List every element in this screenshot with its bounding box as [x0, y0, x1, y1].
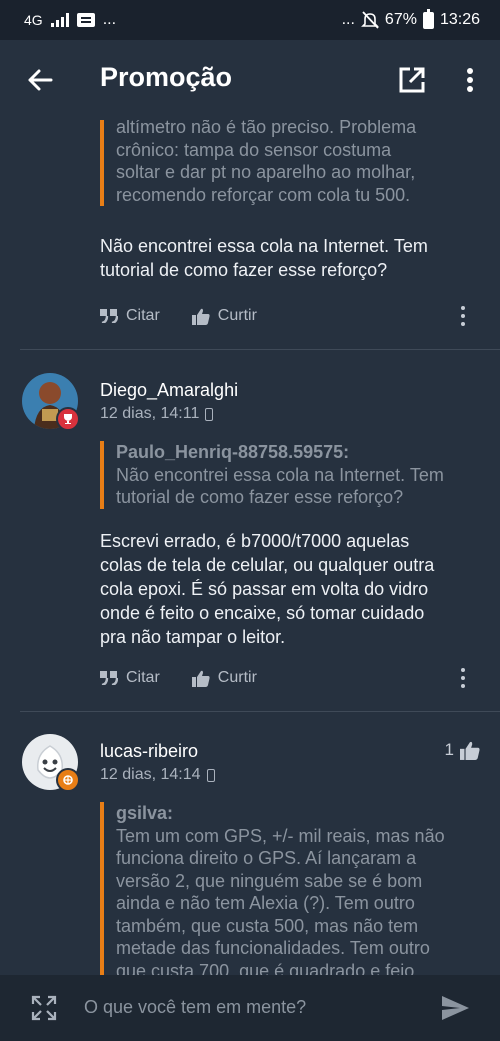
quote-line: Tem um com GPS, +/- mil reais, mas não [116, 825, 445, 846]
arrow-left-icon [28, 69, 53, 91]
post-time: 12 dias, 14:11 [100, 405, 214, 423]
more-options-button[interactable] [455, 62, 485, 98]
open-in-new-button[interactable] [394, 62, 430, 98]
trophy-badge-icon [56, 407, 80, 431]
quote-button[interactable]: Citar [100, 307, 160, 325]
quote-author: Paulo_Henriq-88758.59575: [116, 442, 350, 462]
status-bar: 4G ... ... 67% 13:26 [0, 0, 500, 40]
quote-line: soltar e dar pt no aparelho ao molhar, [116, 162, 416, 182]
send-button[interactable] [440, 994, 470, 1022]
signal-icon [50, 13, 69, 27]
post-more-button[interactable] [458, 666, 468, 690]
reply-input[interactable] [84, 997, 414, 1018]
quote-line: funciona direito o GPS. Aí lançaram a [116, 848, 417, 868]
body-line: Não encontrei essa cola na Internet. Tem [100, 236, 428, 256]
body-line: pra não tampar o leitor. [100, 627, 286, 647]
mobile-icon [205, 407, 214, 421]
like-button[interactable]: Curtir [191, 669, 257, 687]
divider [20, 349, 500, 350]
avatar[interactable] [22, 734, 80, 792]
mobile-icon [206, 768, 215, 782]
body-line: onde é feito o encaixe, só tomar cuidado [100, 603, 425, 623]
battery-icon [422, 8, 434, 29]
quote-line: Não encontrei essa cola na Internet. Tem [116, 464, 444, 485]
divider [20, 711, 500, 712]
body-line: cola epoxi. É só passar em volta do vidr… [100, 579, 429, 599]
post-list[interactable]: altímetro não é tão preciso. Problema cr… [0, 120, 500, 975]
status-overflow-right: ... [341, 11, 355, 28]
like-count[interactable]: 1 [445, 740, 480, 760]
back-button[interactable] [20, 60, 60, 100]
mute-icon [360, 11, 379, 29]
user-name[interactable]: Diego_Amaralghi [100, 380, 238, 401]
reply-composer [0, 975, 500, 1041]
achievement-badge-icon [56, 768, 80, 792]
network-label: 4G [24, 12, 43, 28]
quote-button[interactable]: Citar [100, 669, 160, 687]
clock: 13:26 [439, 11, 480, 28]
user-name[interactable]: lucas-ribeiro [100, 741, 198, 762]
send-icon [442, 996, 469, 1020]
fullscreen-icon [31, 995, 57, 1021]
app-bar: Promoção [0, 40, 500, 120]
like-button[interactable]: Curtir [191, 307, 257, 325]
quote-line: altímetro não é tão preciso. Problema [116, 120, 417, 137]
quote-line: também, que custa 500, mas não tem [116, 915, 419, 936]
quote-line: versão 2, que ninguém sabe se é bom [116, 870, 423, 891]
post-2-actions: Citar Curtir [100, 666, 480, 690]
quote-icon [100, 309, 118, 323]
battery-percent: 67% [384, 11, 417, 28]
avatar[interactable] [22, 373, 80, 431]
post-1-body: Não encontrei essa cola na Internet. Tem… [100, 234, 480, 282]
post-2-body: Escrevi errado, é b7000/t7000 aquelas co… [100, 529, 480, 649]
quote-author: gsilva: [116, 803, 174, 823]
thumbs-up-icon [191, 308, 210, 325]
status-overflow: ... [102, 11, 117, 28]
quote-line: metade das funcionalidades. Tem outro [116, 938, 430, 958]
post-time: 12 dias, 14:14 [100, 766, 215, 784]
expand-editor-button[interactable] [30, 994, 58, 1022]
quote-icon [100, 671, 118, 685]
quote-line: tutorial de como fazer esse reforço? [116, 487, 404, 507]
message-icon [76, 13, 95, 27]
body-line: colas de tela de celular, ou qualquer ou… [100, 555, 435, 575]
thumbs-up-icon [191, 670, 210, 687]
post-2-quote: Paulo_Henriq-88758.59575: Não encontrei … [100, 441, 444, 509]
open-in-new-icon [399, 67, 425, 93]
body-line: Escrevi errado, é b7000/t7000 aquelas [100, 531, 410, 551]
page-title: Promoção [100, 62, 233, 92]
quote-line: recomendo reforçar com cola tu 500. [116, 184, 411, 205]
quote-line: ainda e não tem Alexia (?). Tem outro [116, 893, 415, 913]
quote-line: que custa 700, que é quadrado e feio [116, 960, 415, 976]
post-1-actions: Citar Curtir [100, 304, 480, 328]
post-1-quote: altímetro não é tão preciso. Problema cr… [100, 120, 416, 206]
post-more-button[interactable] [458, 304, 468, 328]
more-vertical-icon [467, 68, 473, 92]
quote-line: crônico: tampa do sensor costuma [116, 139, 392, 160]
thumbs-up-icon [460, 741, 480, 760]
post-3-quote: gsilva: Tem um com GPS, +/- mil reais, m… [100, 802, 445, 975]
body-line: tutorial de como fazer esse reforço? [100, 260, 388, 280]
